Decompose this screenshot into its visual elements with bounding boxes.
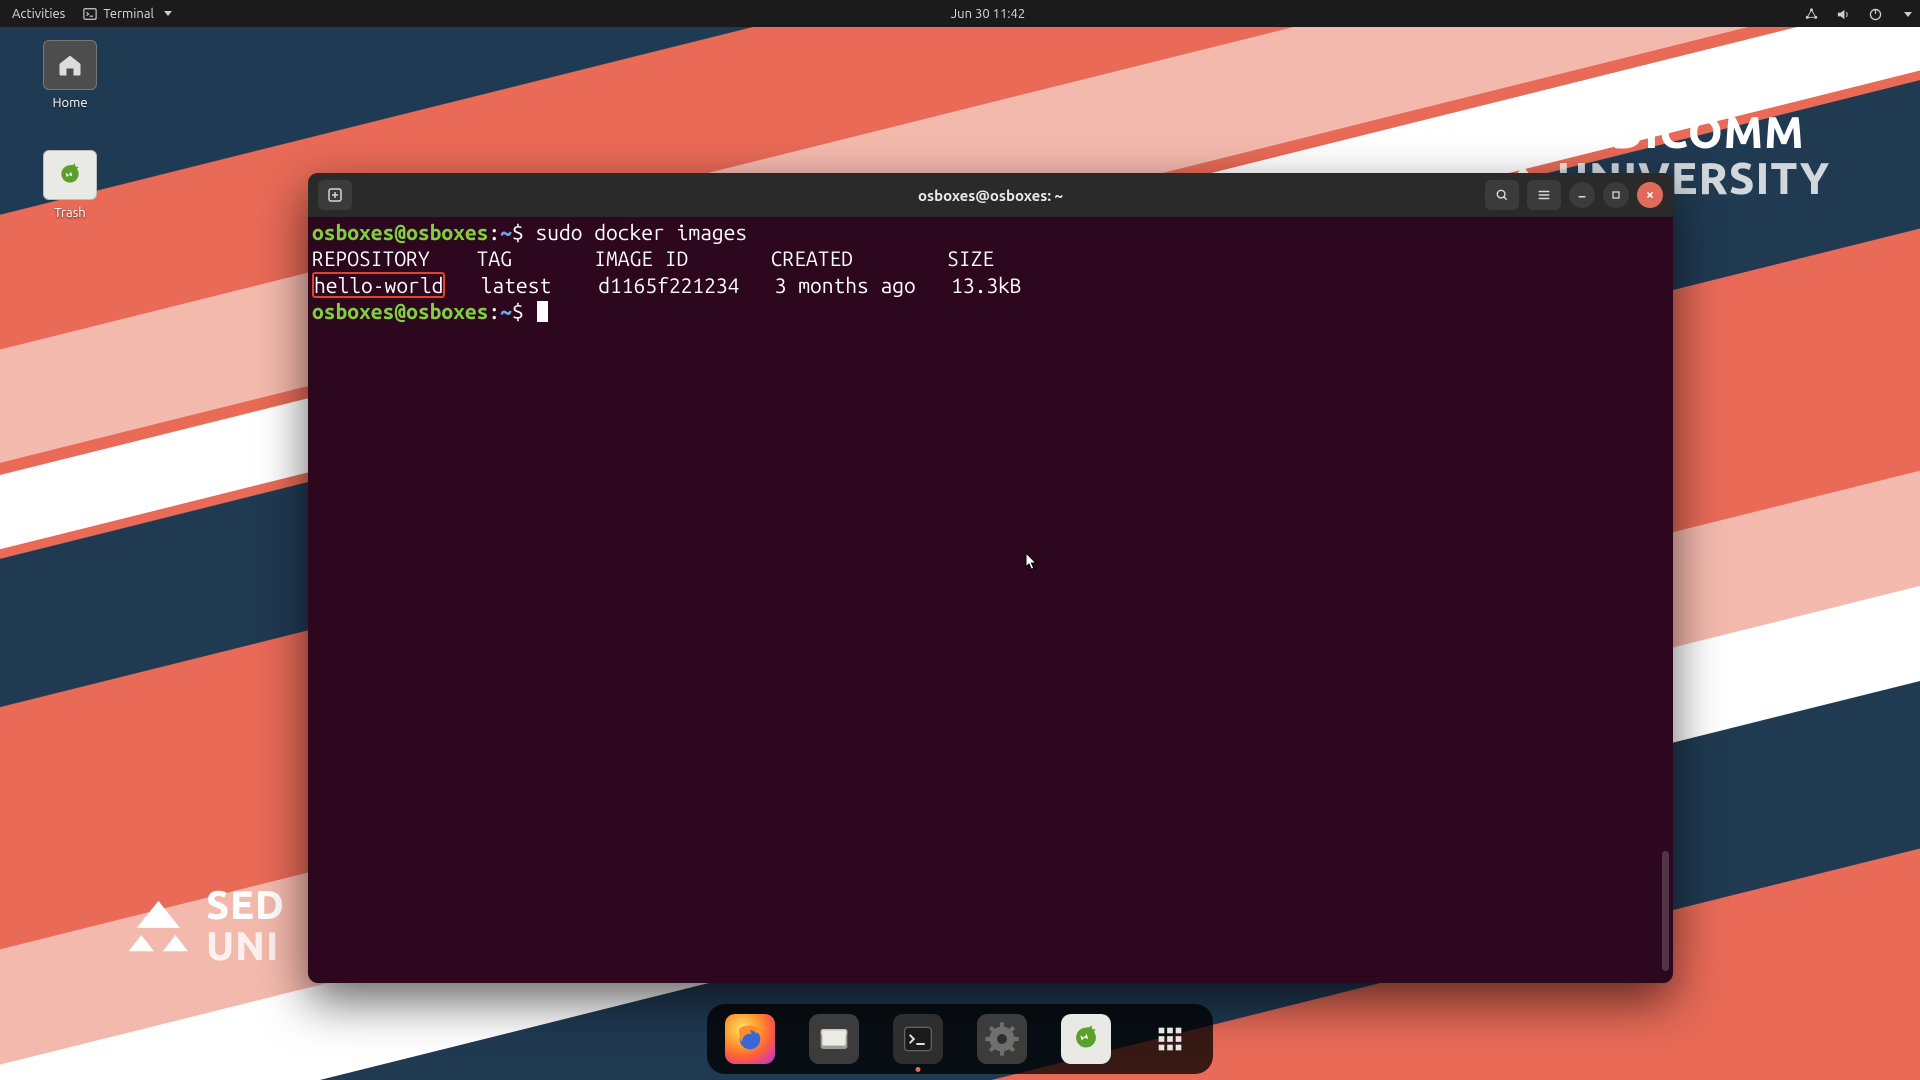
col-image-id: IMAGE ID: [594, 246, 688, 270]
prompt-sep: :: [488, 299, 500, 323]
gnome-topbar: Activities Terminal Jun 30 11:42: [0, 0, 1920, 27]
system-menu-caret-icon[interactable]: [1900, 7, 1908, 21]
dock-app-files[interactable]: [809, 1014, 859, 1064]
dock-app-terminal[interactable]: [893, 1014, 943, 1064]
terminal-small-icon: [83, 7, 97, 21]
window-title: osboxes@osboxes: ~: [308, 187, 1673, 204]
dock-show-apps[interactable]: [1145, 1014, 1195, 1064]
power-icon[interactable]: [1868, 7, 1882, 21]
desktop-icon-trash[interactable]: Trash: [30, 150, 110, 220]
new-tab-button[interactable]: [318, 180, 352, 210]
running-indicator-icon: [916, 1067, 921, 1072]
prompt-sigil: $: [512, 299, 536, 323]
trash-icon: [43, 150, 97, 200]
scrollbar[interactable]: [1662, 851, 1669, 971]
desktop-icon-label: Trash: [30, 206, 110, 220]
dock: [707, 1004, 1213, 1074]
dock-app-settings[interactable]: [977, 1014, 1027, 1064]
home-folder-icon: [43, 40, 97, 90]
desktop-icon-label: Home: [30, 96, 110, 110]
dock-app-firefox[interactable]: [725, 1014, 775, 1064]
brand-line1: SEDICOMM: [1557, 110, 1830, 156]
dock-app-trash[interactable]: [1061, 1014, 1111, 1064]
col-size: SIZE: [947, 246, 994, 270]
cell-size: 13.3kB: [951, 273, 1022, 297]
wallpaper-brand-bottom: SEDUNI: [129, 885, 285, 968]
network-icon[interactable]: [1804, 7, 1818, 21]
prompt-path: ~: [500, 299, 512, 323]
brand-line1b: SED: [206, 885, 285, 927]
desktop-icon-home[interactable]: Home: [30, 40, 110, 110]
prompt-sep: :: [488, 220, 500, 244]
prompt-sigil: $: [512, 220, 536, 244]
prompt-user: osboxes@osboxes: [312, 220, 488, 244]
activities-label: Activities: [12, 7, 65, 21]
appmenu-label: Terminal: [103, 7, 154, 21]
col-tag: TAG: [477, 246, 512, 270]
prompt-path: ~: [500, 220, 512, 244]
terminal-window: osboxes@osboxes: ~ osboxes@osboxes:~$ su…: [308, 173, 1673, 983]
text-cursor: [537, 301, 548, 322]
cell-tag: latest: [481, 273, 552, 297]
col-created: CREATED: [771, 246, 853, 270]
cell-image-id: d1165f221234: [598, 273, 739, 297]
command-line: sudo docker images: [535, 220, 747, 244]
minimize-button[interactable]: [1569, 182, 1595, 208]
terminal-titlebar[interactable]: osboxes@osboxes: ~: [308, 173, 1673, 217]
activities-button[interactable]: Activities: [12, 7, 65, 21]
close-button[interactable]: [1637, 182, 1663, 208]
volume-icon[interactable]: [1836, 7, 1850, 21]
search-button[interactable]: [1485, 180, 1519, 210]
terminal-body[interactable]: osboxes@osboxes:~$ sudo docker images RE…: [308, 217, 1673, 983]
brand-line2b: UNI: [206, 926, 285, 968]
cell-repository: hello-world: [312, 272, 445, 299]
col-repository: REPOSITORY: [312, 246, 430, 270]
appmenu-terminal[interactable]: Terminal: [83, 7, 172, 21]
mouse-pointer-icon: [1020, 551, 1040, 575]
maximize-button[interactable]: [1603, 182, 1629, 208]
hamburger-menu-button[interactable]: [1527, 180, 1561, 210]
prompt-user: osboxes@osboxes: [312, 299, 488, 323]
cell-created: 3 months ago: [775, 273, 916, 297]
clock[interactable]: Jun 30 11:42: [951, 7, 1025, 21]
